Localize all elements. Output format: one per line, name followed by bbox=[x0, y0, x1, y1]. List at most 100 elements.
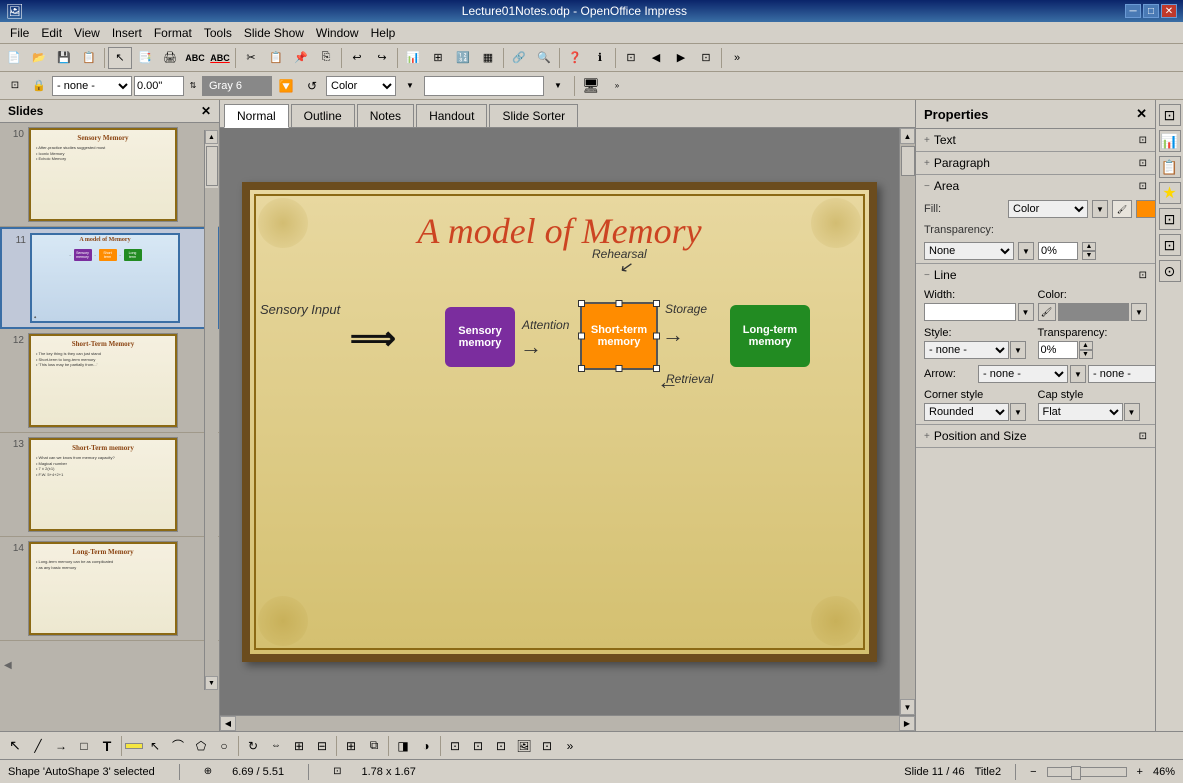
sensory-box[interactable]: Sensory memory bbox=[445, 307, 515, 367]
prop-line-toggle[interactable]: − Line ⊡ bbox=[916, 264, 1155, 286]
select-btn[interactable]: ↖ bbox=[108, 47, 132, 69]
slide-item-14[interactable]: 14 Long-Term Memory • Long-term memory c… bbox=[0, 537, 219, 641]
v-scrollbar[interactable]: ▲ ▼ bbox=[899, 128, 915, 715]
angle-spin[interactable]: ⇅ bbox=[186, 76, 200, 96]
corner-dropdown[interactable]: ▼ bbox=[1010, 403, 1026, 421]
menu-slideshow[interactable]: Slide Show bbox=[238, 24, 310, 42]
zoom-btn-plus[interactable]: + bbox=[1137, 766, 1143, 778]
arrange-btn[interactable]: ⧉ bbox=[363, 735, 385, 757]
info-btn[interactable]: ℹ bbox=[588, 47, 612, 69]
width-input[interactable] bbox=[924, 303, 1016, 321]
grad-btn[interactable]: ◑ bbox=[415, 735, 437, 757]
calc-btn[interactable]: 🔢 bbox=[451, 47, 475, 69]
prop-paragraph-toggle[interactable]: + Paragraph ⊡ bbox=[916, 152, 1155, 174]
close-button[interactable]: ✕ bbox=[1161, 4, 1177, 18]
rotate-btn[interactable]: ↻ bbox=[242, 735, 264, 757]
open-btn[interactable]: 📂 bbox=[27, 47, 51, 69]
gallery-btn[interactable]: 🖼 bbox=[513, 735, 535, 757]
tb2-btn1[interactable]: ⊡ bbox=[4, 75, 26, 97]
slide-item-12[interactable]: 12 Short-Term Memory • The key thing is … bbox=[0, 329, 219, 433]
new-btn[interactable]: 📄 bbox=[2, 47, 26, 69]
tab-handout[interactable]: Handout bbox=[416, 104, 487, 127]
flip-btn[interactable]: ⇔ bbox=[265, 735, 287, 757]
right-icon-7[interactable]: ⊙ bbox=[1159, 260, 1181, 282]
corner-select[interactable]: Rounded bbox=[924, 403, 1009, 421]
h-scroll-left[interactable]: ◀ bbox=[220, 716, 236, 731]
zoom-btn-minus[interactable]: − bbox=[1030, 766, 1036, 778]
fill-color-bar[interactable] bbox=[125, 743, 143, 749]
clone-btn[interactable]: ⎘ bbox=[314, 47, 338, 69]
help-btn[interactable]: ❓ bbox=[563, 47, 587, 69]
cursor-btn[interactable]: ↖ bbox=[144, 735, 166, 757]
zoom-slider[interactable] bbox=[1047, 767, 1127, 777]
next-btn[interactable]: ▶ bbox=[669, 47, 693, 69]
longterm-box[interactable]: Long-term memory bbox=[730, 305, 810, 367]
properties-close[interactable]: ✕ bbox=[1136, 106, 1147, 122]
grid-btn[interactable]: ▦ bbox=[476, 47, 500, 69]
right-icon-6[interactable]: ⊡ bbox=[1159, 234, 1181, 256]
tab-normal[interactable]: Normal bbox=[224, 104, 289, 128]
nav-btn[interactable]: ⊡ bbox=[619, 47, 643, 69]
minimize-button[interactable]: ─ bbox=[1125, 4, 1141, 18]
redo-btn[interactable]: ↪ bbox=[370, 47, 394, 69]
fill-paint-btn[interactable]: 🖌 bbox=[1112, 200, 1132, 218]
paste-btn[interactable]: 📌 bbox=[289, 47, 313, 69]
crop-btn[interactable]: ⊡ bbox=[444, 735, 466, 757]
slide-item-13[interactable]: 13 Short-Term memory • What can we know … bbox=[0, 433, 219, 537]
text-btn[interactable]: T bbox=[96, 735, 118, 757]
colormode-select[interactable]: Color bbox=[326, 76, 396, 96]
copy-btn[interactable]: 📋 bbox=[264, 47, 288, 69]
prop-area-toggle[interactable]: − Area ⊡ bbox=[916, 175, 1155, 197]
undo-btn[interactable]: ↩ bbox=[345, 47, 369, 69]
color-value-input[interactable] bbox=[424, 76, 544, 96]
tab-slidesorter[interactable]: Slide Sorter bbox=[489, 104, 578, 127]
more-shapes-btn[interactable]: » bbox=[559, 735, 581, 757]
align-btn[interactable]: ⊞ bbox=[340, 735, 362, 757]
arrow-line-btn[interactable]: → bbox=[50, 735, 72, 757]
slide-item-11[interactable]: 11 A model of Memory → Sensorymemory → S… bbox=[0, 227, 219, 329]
tb2-more[interactable]: » bbox=[605, 75, 629, 97]
slide-item-10[interactable]: 10 Sensory Memory • After-practice studi… bbox=[0, 123, 219, 227]
fill-dropdown-btn[interactable]: ▼ bbox=[1092, 200, 1108, 218]
v-scroll-down[interactable]: ▼ bbox=[900, 699, 915, 715]
right-icon-3[interactable]: 📋 bbox=[1159, 156, 1181, 178]
save-btn[interactable]: 💾 bbox=[52, 47, 76, 69]
prop-position-toggle[interactable]: + Position and Size ⊡ bbox=[916, 425, 1155, 447]
cut-btn[interactable]: ✂ bbox=[239, 47, 263, 69]
color-more-btn[interactable]: ▼ bbox=[546, 75, 570, 97]
line-style-select[interactable]: - none - bbox=[924, 341, 1009, 359]
menu-window[interactable]: Window bbox=[310, 24, 365, 42]
menu-file[interactable]: File bbox=[4, 24, 35, 42]
prop-text-toggle[interactable]: + Text ⊡ bbox=[916, 129, 1155, 151]
tab-notes[interactable]: Notes bbox=[357, 104, 414, 127]
save2-btn[interactable]: 📋 bbox=[77, 47, 101, 69]
line-color-btn[interactable] bbox=[1058, 303, 1130, 321]
filter-btn[interactable]: ⊡ bbox=[467, 735, 489, 757]
transparency-select[interactable]: None bbox=[924, 242, 1014, 260]
tab-outline[interactable]: Outline bbox=[291, 104, 355, 127]
chart-btn[interactable]: 📊 bbox=[401, 47, 425, 69]
line-trans-input[interactable] bbox=[1038, 341, 1078, 359]
menu-format[interactable]: Format bbox=[148, 24, 198, 42]
arrow-start-dropdown[interactable]: ▼ bbox=[1070, 365, 1086, 383]
ungroup-btn[interactable]: ⊟ bbox=[311, 735, 333, 757]
select-arrow-btn[interactable]: ↖ bbox=[4, 735, 26, 757]
more-btn[interactable]: » bbox=[725, 47, 749, 69]
transparency-spin[interactable]: ▲ ▼ bbox=[1082, 242, 1096, 260]
spellcheck-btn[interactable]: ABC bbox=[208, 47, 232, 69]
transparency-up[interactable]: ▲ bbox=[1082, 242, 1096, 251]
3d-btn[interactable]: ⊡ bbox=[490, 735, 512, 757]
menu-help[interactable]: Help bbox=[365, 24, 402, 42]
right-icon-4[interactable]: ★ bbox=[1159, 182, 1181, 204]
v-scroll-thumb[interactable] bbox=[901, 146, 915, 176]
right-icon-5[interactable]: ⊡ bbox=[1159, 208, 1181, 230]
menu-view[interactable]: View bbox=[68, 24, 106, 42]
slides-panel-close[interactable]: ✕ bbox=[201, 104, 211, 118]
navigator-btn[interactable]: ⊡ bbox=[536, 735, 558, 757]
last-btn[interactable]: ⊡ bbox=[694, 47, 718, 69]
line-trans-down[interactable]: ▼ bbox=[1079, 350, 1093, 359]
h-scrollbar[interactable]: ◀ ▶ bbox=[220, 715, 915, 731]
style-select[interactable]: - none - bbox=[52, 76, 132, 96]
slides-scrollbar[interactable]: ▲ ▼ bbox=[204, 130, 218, 690]
menu-edit[interactable]: Edit bbox=[35, 24, 68, 42]
